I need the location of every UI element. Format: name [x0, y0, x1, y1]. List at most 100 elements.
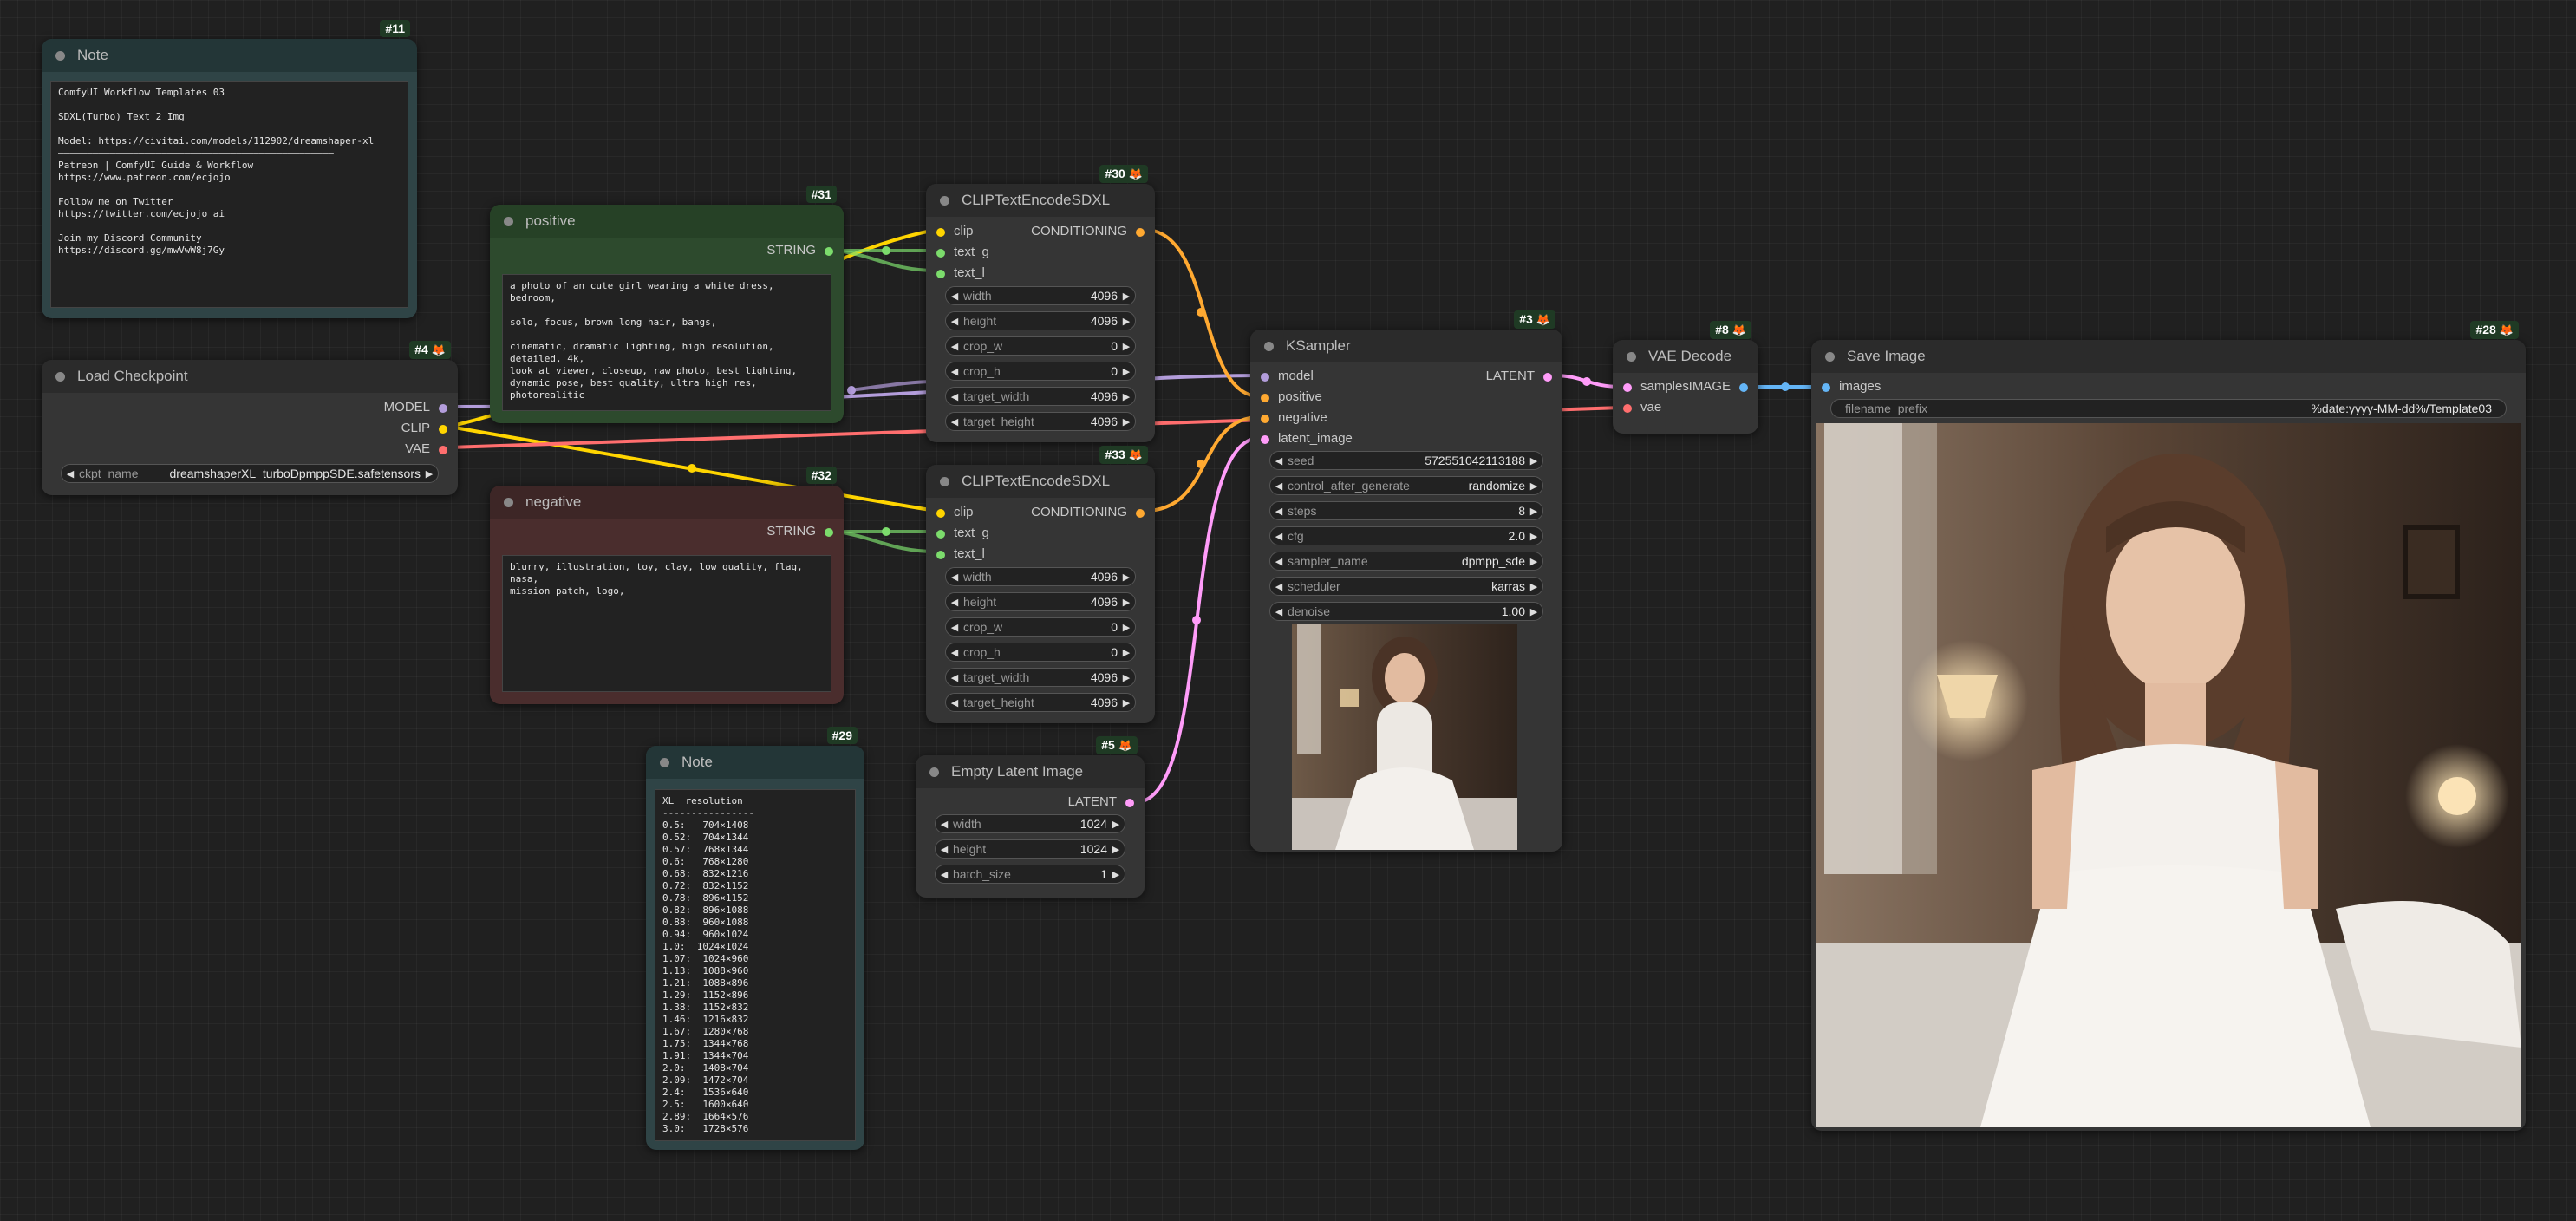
- output-dot-icon[interactable]: [439, 446, 447, 454]
- ksampler-node[interactable]: #3 🦊 KSampler model positive negative lat…: [1250, 310, 1562, 852]
- target-width-widget[interactable]: ◀ target_width 4096 ▶: [945, 387, 1136, 406]
- output-dot-icon[interactable]: [1543, 373, 1552, 382]
- arrow-right-icon[interactable]: ▶: [1107, 869, 1125, 880]
- input-slot-images[interactable]: images: [1822, 379, 1881, 394]
- arrow-right-icon[interactable]: ▶: [1118, 571, 1135, 583]
- output-dot-icon[interactable]: [1125, 799, 1134, 807]
- arrow-left-icon[interactable]: ◀: [936, 819, 953, 830]
- arrow-left-icon[interactable]: ◀: [1270, 556, 1288, 567]
- arrow-left-icon[interactable]: ◀: [946, 291, 963, 302]
- arrow-left-icon[interactable]: ◀: [1270, 606, 1288, 617]
- clip-encode-node-30[interactable]: #30 🦊 CLIPTextEncodeSDXL clip text_g text…: [926, 165, 1155, 442]
- load-checkpoint-node[interactable]: #4 🦊 Load Checkpoint MODEL CLIP VAE ◀ ckp…: [42, 341, 458, 495]
- arrow-left-icon[interactable]: ◀: [1270, 581, 1288, 592]
- arrow-left-icon[interactable]: ◀: [946, 366, 963, 377]
- collapse-dot-icon[interactable]: [929, 767, 939, 777]
- input-dot-icon[interactable]: [936, 228, 945, 237]
- note-node-11[interactable]: #11 Note ComfyUI Workflow Templates 03 S…: [42, 20, 417, 318]
- output-slot-model[interactable]: MODEL: [384, 400, 447, 415]
- arrow-right-icon[interactable]: ▶: [1118, 341, 1135, 352]
- arrow-left-icon[interactable]: ◀: [1270, 531, 1288, 542]
- input-dot-icon[interactable]: [1822, 383, 1830, 392]
- node-title-bar[interactable]: Note: [646, 746, 864, 779]
- cfg-widget[interactable]: ◀ cfg 2.0 ▶: [1269, 526, 1543, 545]
- input-slot-model[interactable]: model: [1261, 369, 1314, 383]
- output-slot-image[interactable]: IMAGE: [1689, 379, 1748, 394]
- arrow-left-icon[interactable]: ◀: [946, 647, 963, 658]
- height-widget[interactable]: ◀ height 4096 ▶: [945, 311, 1136, 330]
- collapse-dot-icon[interactable]: [940, 476, 949, 486]
- input-dot-icon[interactable]: [1261, 415, 1269, 423]
- crop-h-widget[interactable]: ◀ crop_h 0 ▶: [945, 643, 1136, 662]
- arrow-right-icon[interactable]: ▶: [1525, 531, 1542, 542]
- arrow-left-icon[interactable]: ◀: [62, 468, 79, 480]
- input-dot-icon[interactable]: [1623, 404, 1632, 413]
- input-slot-latent-image[interactable]: latent_image: [1261, 431, 1353, 446]
- input-dot-icon[interactable]: [1261, 373, 1269, 382]
- input-dot-icon[interactable]: [936, 551, 945, 559]
- width-widget[interactable]: ◀ width 1024 ▶: [935, 814, 1125, 833]
- arrow-right-icon[interactable]: ▶: [421, 468, 438, 480]
- input-slot-text-l[interactable]: text_l: [936, 546, 985, 561]
- input-dot-icon[interactable]: [1261, 435, 1269, 444]
- output-slot-conditioning[interactable]: CONDITIONING: [1031, 505, 1145, 519]
- arrow-left-icon[interactable]: ◀: [946, 672, 963, 683]
- arrow-left-icon[interactable]: ◀: [1270, 506, 1288, 517]
- arrow-right-icon[interactable]: ▶: [1118, 697, 1135, 708]
- filename-prefix-field[interactable]: filename_prefix %date:yyyy-MM-dd%/Templa…: [1830, 399, 2507, 418]
- arrow-right-icon[interactable]: ▶: [1118, 316, 1135, 327]
- clip-encode-node-33[interactable]: #33 🦊 CLIPTextEncodeSDXL clip text_g text…: [926, 446, 1155, 723]
- output-slot-string[interactable]: STRING: [766, 524, 833, 539]
- arrow-left-icon[interactable]: ◀: [946, 391, 963, 402]
- input-slot-text-g[interactable]: text_g: [936, 526, 989, 540]
- output-dot-icon[interactable]: [1136, 228, 1145, 237]
- target-width-widget[interactable]: ◀ target_width 4096 ▶: [945, 668, 1136, 687]
- input-slot-negative[interactable]: negative: [1261, 410, 1327, 425]
- input-dot-icon[interactable]: [936, 509, 945, 518]
- target-height-widget[interactable]: ◀ target_height 4096 ▶: [945, 693, 1136, 712]
- negative-prompt-node[interactable]: #32 negative STRING blurry, illustration…: [490, 467, 844, 704]
- collapse-dot-icon[interactable]: [940, 195, 949, 206]
- node-title-bar[interactable]: Note: [42, 39, 417, 72]
- control-after-generate-widget[interactable]: ◀ control_after_generate randomize ▶: [1269, 476, 1543, 495]
- arrow-right-icon[interactable]: ▶: [1107, 844, 1125, 855]
- output-dot-icon[interactable]: [825, 528, 833, 537]
- input-dot-icon[interactable]: [1623, 383, 1632, 392]
- node-title-bar[interactable]: CLIPTextEncodeSDXL: [926, 465, 1155, 498]
- collapse-dot-icon[interactable]: [1264, 341, 1274, 351]
- input-dot-icon[interactable]: [1261, 394, 1269, 402]
- width-widget[interactable]: ◀ width 4096 ▶: [945, 567, 1136, 586]
- input-slot-clip[interactable]: clip: [936, 224, 974, 238]
- arrow-right-icon[interactable]: ▶: [1118, 672, 1135, 683]
- output-dot-icon[interactable]: [439, 425, 447, 434]
- arrow-left-icon[interactable]: ◀: [936, 844, 953, 855]
- negative-prompt-text[interactable]: blurry, illustration, toy, clay, low qua…: [502, 555, 831, 692]
- output-slot-latent[interactable]: LATENT: [1068, 794, 1134, 809]
- output-dot-icon[interactable]: [439, 404, 447, 413]
- arrow-left-icon[interactable]: ◀: [946, 597, 963, 608]
- collapse-dot-icon[interactable]: [1825, 351, 1835, 362]
- arrow-right-icon[interactable]: ▶: [1525, 556, 1542, 567]
- arrow-right-icon[interactable]: ▶: [1118, 416, 1135, 428]
- input-dot-icon[interactable]: [936, 530, 945, 539]
- node-title-bar[interactable]: negative: [490, 486, 844, 519]
- vae-decode-node[interactable]: #8 🦊 VAE Decode samples vae IMAGE: [1613, 321, 1758, 434]
- arrow-right-icon[interactable]: ▶: [1118, 622, 1135, 633]
- arrow-right-icon[interactable]: ▶: [1118, 391, 1135, 402]
- node-title-bar[interactable]: KSampler: [1250, 330, 1562, 362]
- positive-prompt-text[interactable]: a photo of an cute girl wearing a white …: [502, 274, 831, 411]
- positive-prompt-node[interactable]: #31 positive STRING a photo of an cute g…: [490, 186, 844, 423]
- crop-h-widget[interactable]: ◀ crop_h 0 ▶: [945, 362, 1136, 381]
- arrow-right-icon[interactable]: ▶: [1525, 480, 1542, 492]
- note-node-29[interactable]: #29 Note XL resolution ---------------- …: [646, 727, 864, 1150]
- collapse-dot-icon[interactable]: [55, 50, 65, 61]
- arrow-right-icon[interactable]: ▶: [1525, 506, 1542, 517]
- arrow-right-icon[interactable]: ▶: [1107, 819, 1125, 830]
- collapse-dot-icon[interactable]: [55, 371, 65, 382]
- input-slot-text-g[interactable]: text_g: [936, 245, 989, 259]
- output-slot-vae[interactable]: VAE: [405, 441, 447, 456]
- steps-widget[interactable]: ◀ steps 8 ▶: [1269, 501, 1543, 520]
- output-dot-icon[interactable]: [1136, 509, 1145, 518]
- arrow-right-icon[interactable]: ▶: [1525, 606, 1542, 617]
- width-widget[interactable]: ◀ width 4096 ▶: [945, 286, 1136, 305]
